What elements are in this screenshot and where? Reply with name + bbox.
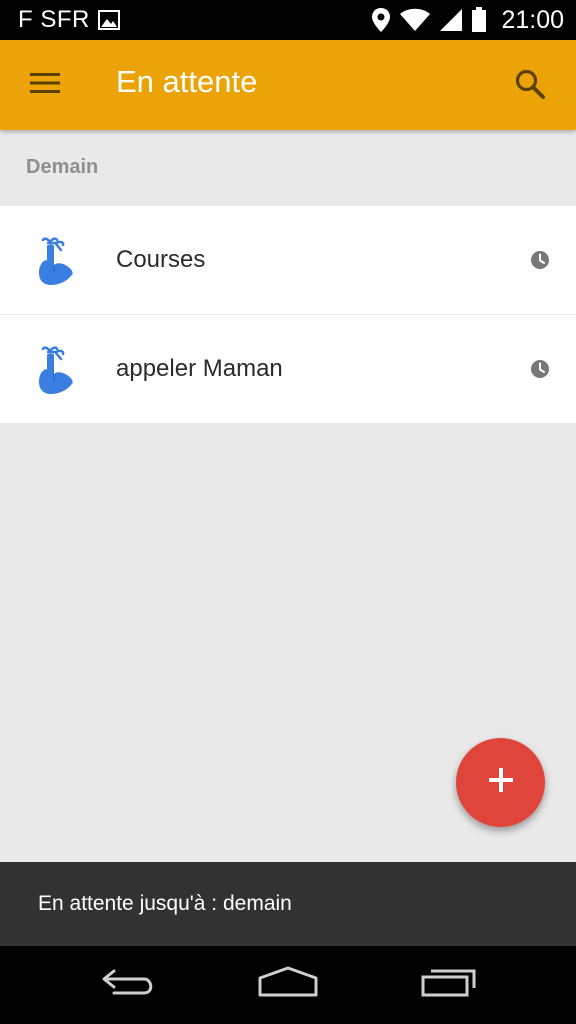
status-time: 21:00 (501, 5, 564, 34)
section-header: Demain (26, 156, 99, 178)
home-icon (257, 966, 319, 1003)
search-icon (514, 68, 546, 105)
menu-button[interactable] (22, 66, 68, 104)
image-icon (97, 10, 120, 30)
finger-ribbon-reminder-icon (34, 234, 84, 288)
snackbar: En attente jusqu'à : demain (0, 862, 576, 946)
signal-icon (439, 8, 463, 32)
hamburger-menu-icon (30, 72, 60, 99)
list-item-label: appeler Maman (116, 355, 283, 382)
back-icon (100, 967, 158, 1002)
location-pin-icon (371, 7, 391, 33)
clock-icon (530, 359, 550, 379)
plus-icon (488, 767, 514, 798)
reminder-list: Courses appeler Maman (0, 206, 576, 423)
back-button[interactable] (94, 962, 164, 1006)
snackbar-message: En attente jusqu'à : demain (38, 892, 292, 915)
search-button[interactable] (508, 64, 552, 108)
recent-apps-button[interactable] (414, 962, 484, 1006)
list-item[interactable]: Courses (0, 206, 576, 315)
home-button[interactable] (253, 962, 323, 1006)
list-item-label: Courses (116, 246, 206, 273)
carrier-label: F SFR (18, 6, 90, 33)
clock-icon (530, 250, 550, 270)
status-bar: F SFR 21:00 (0, 0, 576, 40)
status-left: F SFR (18, 6, 120, 34)
page-title: En attente (116, 64, 258, 99)
navigation-bar (0, 946, 576, 1024)
status-right: 21:00 (371, 6, 564, 35)
battery-icon (471, 7, 487, 33)
recent-apps-icon (420, 966, 478, 1003)
finger-ribbon-reminder-icon (34, 343, 84, 397)
wifi-icon (399, 8, 431, 32)
list-item[interactable]: appeler Maman (0, 315, 576, 423)
app-bar: En attente (0, 40, 576, 130)
add-button[interactable] (456, 738, 545, 827)
